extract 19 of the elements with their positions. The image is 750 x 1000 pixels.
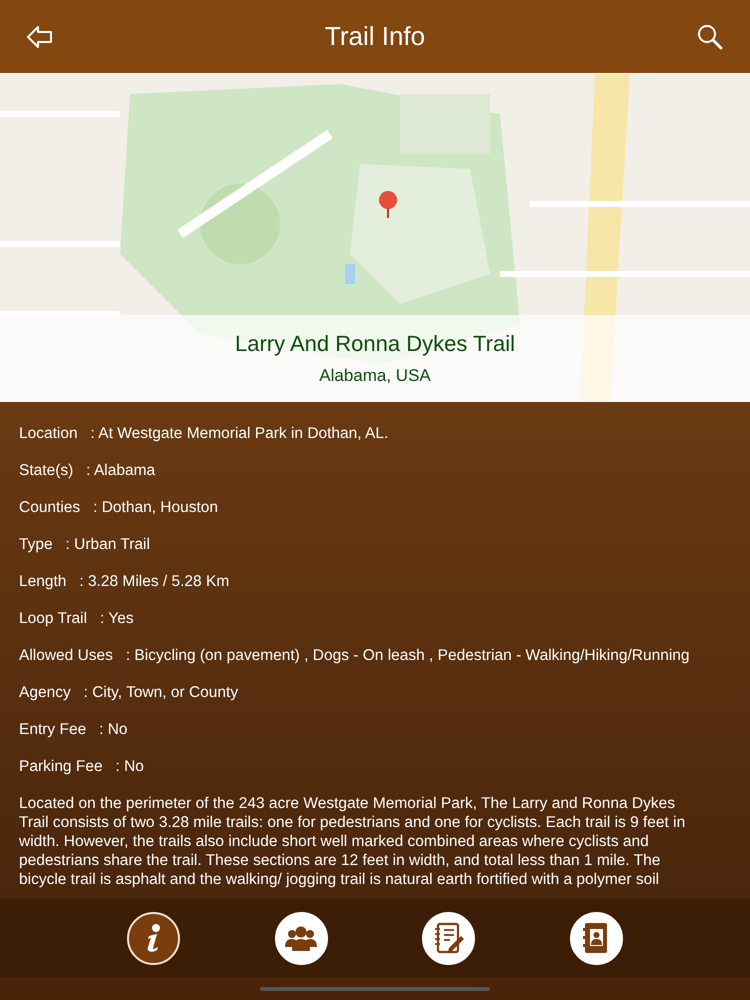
detail-row-text: Location : At Westgate Memorial Park in Dothan, AL.: [19, 424, 390, 443]
detail-row-text: Type : Urban Trail: [19, 535, 151, 554]
page-title: Trail Info: [324, 20, 426, 53]
search-icon: [697, 24, 723, 50]
trail-description: Located on the perimeter of the 243 acre Westgate Memorial Park, The Larry and Ronna Dykes Trail consists of two 3.28 mile trails: one for pedestrians and one for cyclists. Each trail is 9 feet in width. However, the trails also include short well marked combined areas where cyclists and pedestrians share the trail. These sections are 12 feet in width, and total less than 1 mile. The bicycle trail is asphalt and the walking/ jogging trail is natural earth fortified with a polymer soil: [19, 794, 686, 889]
detail-row-text: State(s) : Alabama: [19, 461, 156, 480]
back-arrow-icon: [26, 24, 54, 48]
detail-row-text: Parking Fee : No: [19, 757, 145, 776]
detail-row-text: Loop Trail : Yes: [19, 609, 135, 628]
people-icon: [284, 925, 318, 951]
detail-row-text: Entry Fee : No: [19, 720, 129, 739]
detail-row-text: Counties : Dothan, Houston: [19, 498, 220, 517]
detail-row-text: Agency : City, Town, or County: [19, 683, 240, 702]
trail-name: Larry And Ronna Dykes Trail: [234, 333, 516, 355]
detail-row-text: Allowed Uses : Bicycling (on pavement) , Dogs - On leash , Pedestrian - Walking/Hiking/Running: [19, 646, 691, 665]
detail-row-text: Length : 3.28 Miles / 5.28 Km: [19, 572, 230, 591]
notepad-icon: [434, 922, 464, 954]
address-book-icon: [583, 922, 610, 954]
trail-region: Alabama, USA: [319, 367, 431, 384]
